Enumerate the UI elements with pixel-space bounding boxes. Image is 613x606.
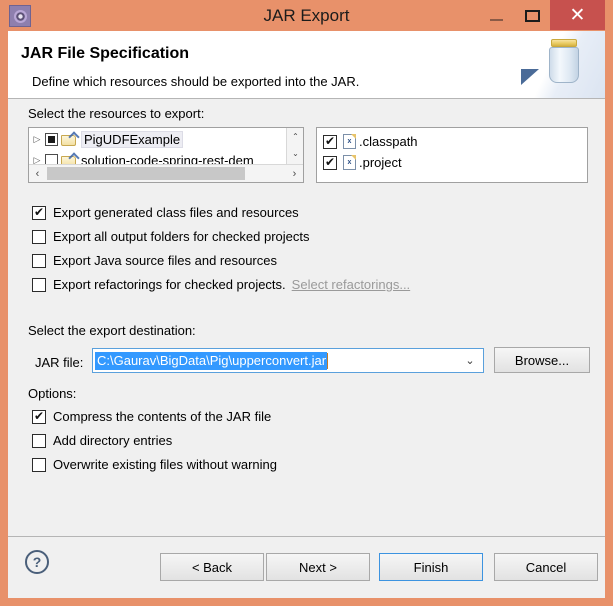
xml-file-icon: x [343, 134, 356, 149]
checkbox-label: Export Java source files and resources [53, 253, 277, 268]
jar-export-dialog: JAR Export ✕ JAR File Specification Defi… [0, 0, 613, 606]
maximize-button[interactable] [514, 0, 550, 31]
finish-button[interactable]: Finish [379, 553, 483, 581]
file-label: .project [359, 155, 402, 170]
tree-checkbox[interactable] [45, 133, 58, 146]
title-bar: JAR Export ✕ [0, 0, 613, 31]
checkbox-box[interactable] [32, 433, 46, 448]
jar-body-icon [549, 47, 579, 83]
scrollbar-thumb[interactable] [47, 167, 245, 180]
scroll-left-icon[interactable]: ‹ [29, 165, 46, 182]
wizard-header: JAR File Specification Define which reso… [8, 31, 605, 99]
next-button[interactable]: Next > [266, 553, 370, 581]
checkbox-box[interactable] [32, 408, 46, 424]
tree-row[interactable]: ▷ PigUDFExample [29, 129, 287, 150]
jar-file-label: JAR file: [35, 355, 84, 370]
cancel-button[interactable]: Cancel [494, 553, 598, 581]
list-item[interactable]: x .project [323, 152, 587, 173]
jar-file-input[interactable]: C:\Gaurav\BigData\Pig\upperconvert.jar [95, 351, 328, 370]
page-description: Define which resources should be exporte… [32, 74, 360, 89]
checkbox-export-java-source-files[interactable]: Export Java source files and resources [32, 253, 277, 268]
checkbox-label: Export refactorings for checked projects… [53, 277, 286, 292]
file-label: .classpath [359, 134, 418, 149]
checkbox-box[interactable] [32, 229, 46, 244]
maximize-icon [524, 9, 540, 22]
help-icon[interactable]: ? [25, 550, 49, 574]
checkbox-box[interactable] [32, 277, 46, 292]
tree-item-label: PigUDFExample [81, 131, 184, 148]
checkbox-box[interactable] [32, 204, 46, 220]
resource-file-list[interactable]: x .classpath x .project [316, 127, 588, 183]
list-item[interactable]: x .classpath [323, 131, 587, 152]
close-icon: ✕ [569, 4, 586, 26]
page-title: JAR File Specification [21, 45, 190, 62]
destination-section-label: Select the export destination: [28, 323, 196, 338]
checkbox-compress-contents[interactable]: Compress the contents of the JAR file [32, 408, 272, 424]
dialog-footer: ? < Back Next > Finish Cancel [8, 536, 605, 598]
checkbox-overwrite-existing-files[interactable]: Overwrite existing files without warning [32, 457, 277, 472]
back-button[interactable]: < Back [160, 553, 264, 581]
close-button[interactable]: ✕ [550, 0, 605, 30]
folder-icon [61, 133, 78, 147]
checkbox-export-all-output-folders[interactable]: Export all output folders for checked pr… [32, 229, 310, 244]
checkbox-label: Overwrite existing files without warning [53, 457, 277, 472]
dialog-body: Select the resources to export: ▷ PigUDF… [8, 99, 605, 536]
minimize-button[interactable] [478, 0, 514, 31]
scroll-right-icon[interactable]: › [286, 165, 303, 182]
scroll-up-icon[interactable]: ⌃ [287, 128, 303, 145]
options-section-label: Options: [28, 386, 77, 401]
checkbox-box[interactable] [32, 253, 46, 268]
checkbox-export-generated-class-files[interactable]: Export generated class files and resourc… [32, 204, 299, 220]
checkbox-add-directory-entries[interactable]: Add directory entries [32, 433, 172, 448]
checkbox-label: Export all output folders for checked pr… [53, 229, 310, 244]
jar-file-combobox[interactable]: C:\Gaurav\BigData\Pig\upperconvert.jar ⌄ [92, 348, 484, 373]
blue-triangle-icon [521, 69, 539, 85]
checkbox-export-refactorings[interactable]: Export refactorings for checked projects… [32, 277, 410, 292]
tree-horizontal-scrollbar[interactable]: ‹ › [29, 164, 303, 182]
checkbox-box[interactable] [32, 457, 46, 472]
file-checkbox[interactable] [323, 154, 337, 170]
expander-icon[interactable]: ▷ [29, 134, 45, 145]
checkbox-label: Export generated class files and resourc… [53, 205, 299, 220]
tree-vertical-scrollbar[interactable]: ⌃ ⌄ [286, 128, 303, 164]
jar-lid-icon [551, 39, 577, 47]
checkbox-label: Compress the contents of the JAR file [53, 409, 272, 424]
resources-section-label: Select the resources to export: [28, 106, 205, 121]
jar-illustration-icon [513, 31, 605, 98]
xml-file-icon: x [343, 155, 356, 170]
select-refactorings-link[interactable]: Select refactorings... [292, 277, 411, 292]
scroll-down-icon[interactable]: ⌄ [287, 145, 303, 162]
resource-tree[interactable]: ▷ PigUDFExample ▷ solution-code-spring-r… [28, 127, 304, 183]
minimize-icon [489, 18, 503, 21]
browse-button[interactable]: Browse... [494, 347, 590, 373]
file-checkbox[interactable] [323, 133, 337, 149]
checkbox-label: Add directory entries [53, 433, 173, 448]
text-cursor [327, 352, 329, 369]
chevron-down-icon[interactable]: ⌄ [457, 349, 483, 372]
